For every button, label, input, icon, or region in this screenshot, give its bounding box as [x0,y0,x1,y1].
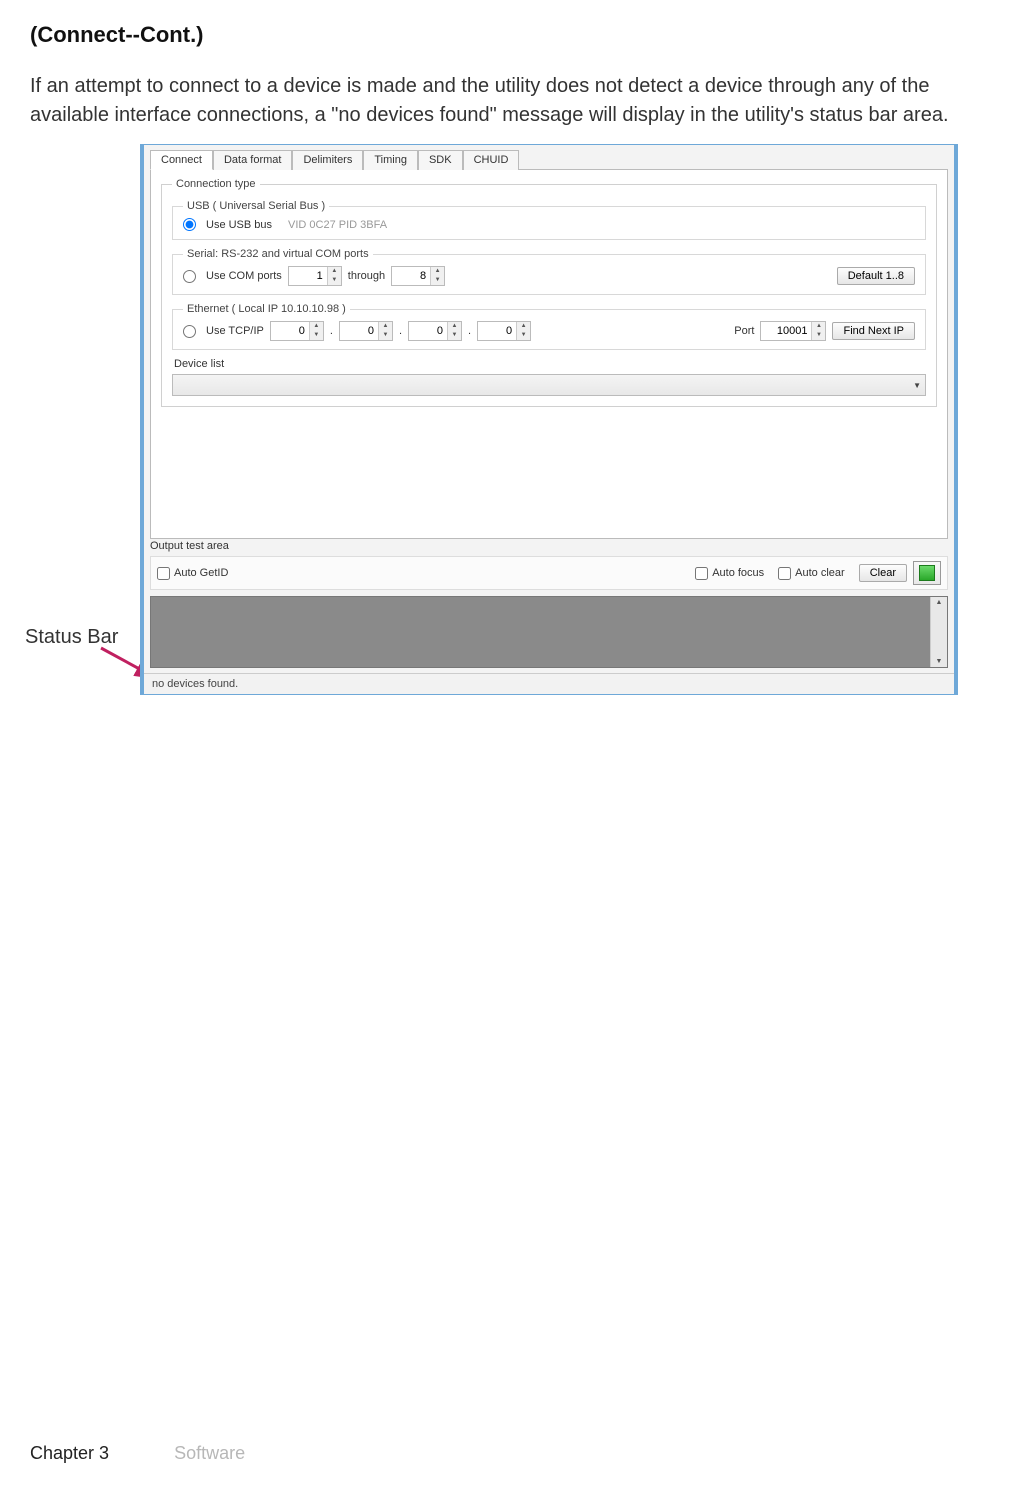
dot-icon: . [330,325,333,337]
ip-oct1[interactable]: ▲▼ [270,321,324,341]
use-tcpip-label: Use TCP/IP [206,325,264,337]
com-to-spinner[interactable]: ▲▼ [391,266,445,286]
through-label: through [348,270,385,282]
use-usb-radio[interactable]: Use USB bus [183,218,272,231]
auto-getid-label: Auto GetID [174,567,228,579]
play-icon [919,565,935,581]
default-com-button[interactable]: Default 1..8 [837,267,915,285]
footer-section: Software [174,1443,245,1463]
usb-vid-pid: VID 0C27 PID 3BFA [288,219,387,231]
dot-icon: . [399,325,402,337]
output-test-area: Output test area Auto GetID Auto focus [150,540,948,668]
tab-delimiters[interactable]: Delimiters [292,150,363,170]
connection-type-group: Connection type USB ( Universal Serial B… [161,178,937,407]
dot-icon: . [468,325,471,337]
use-com-radio[interactable]: Use COM ports [183,270,282,283]
device-list-dropdown[interactable]: ▼ [172,374,926,396]
ip-oct2[interactable]: ▲▼ [339,321,393,341]
port-label: Port [734,325,754,337]
tab-sdk[interactable]: SDK [418,150,463,170]
tab-connect[interactable]: Connect [150,150,213,170]
serial-legend: Serial: RS-232 and virtual COM ports [183,248,373,260]
com-to-input[interactable] [392,268,430,284]
device-list-label: Device list [174,358,926,370]
run-button[interactable] [913,561,941,585]
auto-getid-checkbox[interactable]: Auto GetID [157,567,228,580]
status-bar: no devices found. [144,673,954,694]
port-spinner[interactable]: ▲▼ [760,321,826,341]
com-from-input[interactable] [289,268,327,284]
serial-group: Serial: RS-232 and virtual COM ports Use… [172,248,926,295]
port-input[interactable] [761,323,811,339]
auto-focus-label: Auto focus [712,567,764,579]
tab-chuid[interactable]: CHUID [463,150,520,170]
clear-button[interactable]: Clear [859,564,907,582]
auto-focus-checkbox[interactable]: Auto focus [695,567,764,580]
tab-strip: Connect Data format Delimiters Timing SD… [144,145,954,169]
chevron-down-icon: ▼ [913,381,921,390]
tab-data-format[interactable]: Data format [213,150,292,170]
ip-oct3[interactable]: ▲▼ [408,321,462,341]
scroll-up-icon[interactable]: ▲ [936,599,943,606]
use-usb-label: Use USB bus [206,219,272,231]
usb-legend: USB ( Universal Serial Bus ) [183,200,329,212]
ethernet-group: Ethernet ( Local IP 10.10.10.98 ) Use TC… [172,303,926,350]
find-next-ip-button[interactable]: Find Next IP [832,322,915,340]
body-paragraph: If an attempt to connect to a device is … [30,72,999,130]
connect-panel: Connection type USB ( Universal Serial B… [150,169,948,539]
auto-clear-checkbox[interactable]: Auto clear [778,567,845,580]
auto-clear-label: Auto clear [795,567,845,579]
ethernet-legend: Ethernet ( Local IP 10.10.10.98 ) [183,303,350,315]
footer-chapter: Chapter 3 [30,1443,109,1463]
com-from-spinner[interactable]: ▲▼ [288,266,342,286]
ip-oct4[interactable]: ▲▼ [477,321,531,341]
output-textarea[interactable]: ▲ ▼ [150,596,948,668]
use-tcpip-radio[interactable]: Use TCP/IP [183,325,264,338]
page-footer: Chapter 3 Software [30,1443,245,1464]
connection-type-legend: Connection type [172,178,260,190]
utility-window: Connect Data format Delimiters Timing SD… [140,144,958,695]
use-com-label: Use COM ports [206,270,282,282]
scrollbar[interactable]: ▲ ▼ [930,597,947,667]
output-area-label: Output test area [150,540,948,552]
section-heading: (Connect--Cont.) [30,22,999,48]
scroll-down-icon[interactable]: ▼ [936,658,943,665]
usb-group: USB ( Universal Serial Bus ) Use USB bus… [172,200,926,240]
tab-timing[interactable]: Timing [363,150,418,170]
